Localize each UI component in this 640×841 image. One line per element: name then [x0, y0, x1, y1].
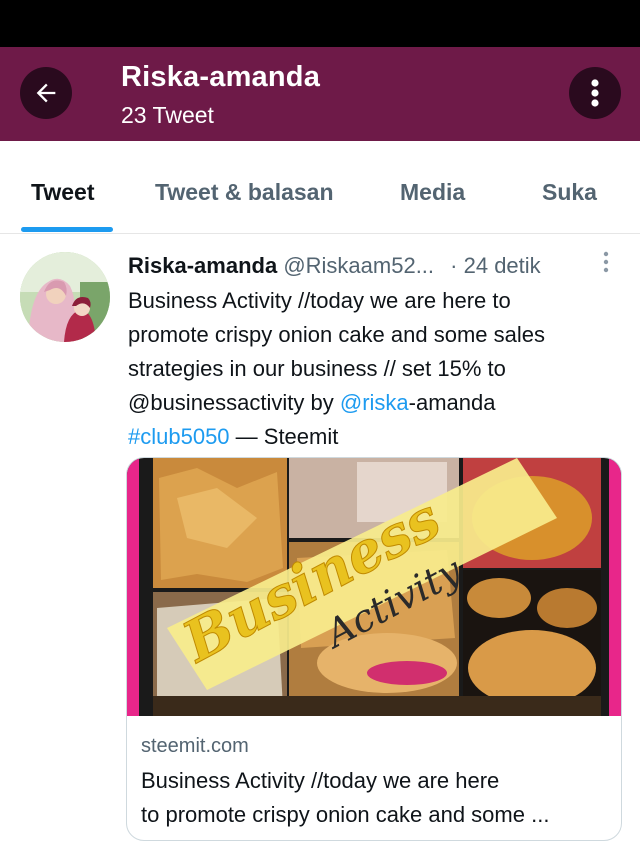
more-vertical-icon: [603, 251, 609, 273]
tab-tweet[interactable]: Tweet: [31, 179, 94, 206]
business-activity-image: Business Activity: [127, 458, 621, 716]
link-preview-card[interactable]: Business Activity steemit.com Business A…: [126, 457, 622, 841]
card-desc-line: to promote crispy onion cake and some ..…: [141, 802, 550, 827]
tweet-text-line: @businessactivity by @riska-amanda: [128, 386, 628, 420]
tweet-body: Business Activity //today we are here to…: [128, 284, 628, 454]
tab-likes[interactable]: Suka: [542, 179, 597, 206]
avatar[interactable]: [20, 252, 110, 342]
tweet-text-line: strategies in our business // set 15% to: [128, 356, 506, 381]
tab-media[interactable]: Media: [400, 179, 465, 206]
tweet-author-handle[interactable]: @Riskaam52...: [283, 253, 434, 278]
profile-name: Riska-amanda: [121, 61, 321, 93]
more-options-button[interactable]: [569, 67, 621, 119]
tweet-text-segment: @businessactivity by: [128, 390, 340, 415]
tweet-timestamp: 24 detik: [463, 253, 541, 278]
tweet-text-segment: — Steemit: [229, 424, 339, 449]
card-description: Business Activity //today we are here to…: [141, 764, 607, 832]
status-bar: [0, 0, 640, 47]
profile-header: Riska-amanda 23 Tweet: [0, 47, 640, 141]
avatar-photo: [20, 252, 110, 342]
tweet-count: 23 Tweet: [121, 102, 214, 128]
tweet-menu-button[interactable]: [600, 250, 612, 276]
hashtag-link[interactable]: #club5050: [128, 424, 230, 449]
profile-tabs: Tweet Tweet & balasan Media Suka: [0, 141, 640, 234]
card-domain: steemit.com: [141, 735, 249, 757]
active-tab-indicator: [21, 227, 113, 232]
tweet-text-line: promote crispy onion cake and some sales: [128, 322, 545, 347]
arrow-left-icon: [36, 83, 56, 103]
more-vertical-icon: [591, 79, 599, 107]
tweet-text-line: #club5050 — Steemit: [128, 420, 628, 454]
card-image[interactable]: Business Activity: [127, 458, 621, 716]
card-desc-line: Business Activity //today we are here: [141, 768, 500, 793]
separator-dot: ·: [450, 253, 458, 278]
back-button[interactable]: [20, 67, 72, 119]
tweet-header: Riska-amanda @Riskaam52... · 24 detik: [128, 253, 541, 279]
mention-link[interactable]: @riska: [340, 390, 409, 415]
tweet-text-segment: -amanda: [408, 390, 496, 415]
tweet-item[interactable]: Riska-amanda @Riskaam52... · 24 detik Bu…: [0, 234, 640, 841]
tweet-author-name[interactable]: Riska-amanda: [128, 253, 277, 278]
tweet-text-line: Business Activity //today we are here to: [128, 288, 511, 313]
tab-tweet-and-replies[interactable]: Tweet & balasan: [155, 179, 334, 206]
